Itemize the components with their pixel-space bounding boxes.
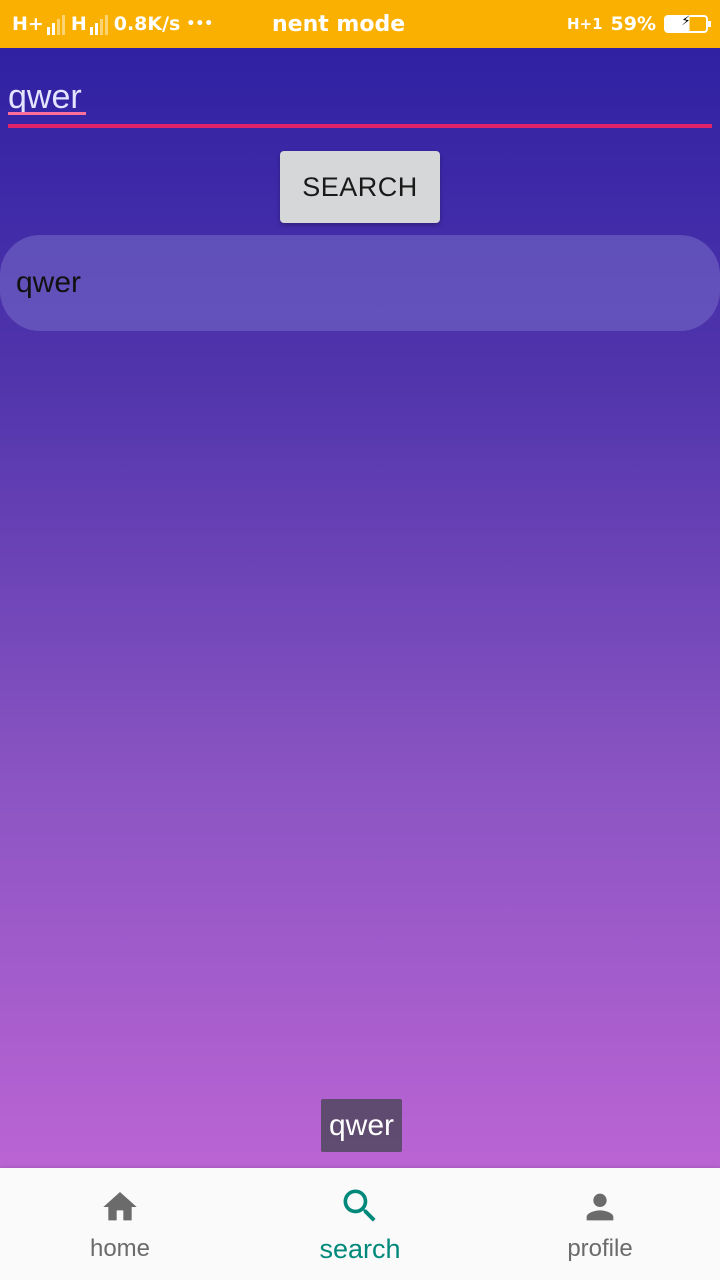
toast-message: qwer [321,1099,403,1152]
toast-text: qwer [329,1108,395,1142]
signal-1: H+ [12,13,65,35]
network-type-1: H+ [12,13,44,35]
battery-charging-icon: ⚡ [664,14,711,33]
result-item[interactable]: qwer [0,235,720,331]
network-type-2: H [70,13,87,35]
spellcheck-underline [8,112,86,115]
nav-item-search[interactable]: search [240,1168,480,1280]
status-bar: H+ H 0.8K/s ••• nent mode H+1 59% ⚡ [0,0,720,48]
bottom-navigation: home search profile [0,1168,720,1280]
person-icon [578,1185,622,1229]
nav-item-home[interactable]: home [0,1168,240,1280]
nav-item-profile[interactable]: profile [480,1168,720,1280]
status-bar-right: H+1 59% ⚡ [566,0,711,48]
nav-label-search: search [319,1233,401,1264]
signal-bars-icon [46,15,65,35]
nav-label-profile: profile [567,1235,633,1262]
search-button[interactable]: SEARCH [280,151,440,223]
search-field [8,70,712,128]
signal-2: H [71,13,108,35]
home-icon [98,1185,142,1229]
search-icon [338,1184,382,1228]
status-bar-left: H+ H 0.8K/s ••• [12,13,213,35]
result-text: qwer [16,266,82,299]
search-screen: SEARCH qwer qwer [0,48,720,1168]
more-dots-icon: ••• [186,16,214,32]
battery-percent: 59% [610,13,656,35]
network-type-right: H+1 [566,15,603,33]
search-input[interactable] [8,70,712,124]
signal-bars-icon [89,15,108,35]
status-title: nent mode [272,11,406,37]
network-speed: 0.8K/s [113,13,181,35]
nav-label-home: home [89,1235,151,1262]
